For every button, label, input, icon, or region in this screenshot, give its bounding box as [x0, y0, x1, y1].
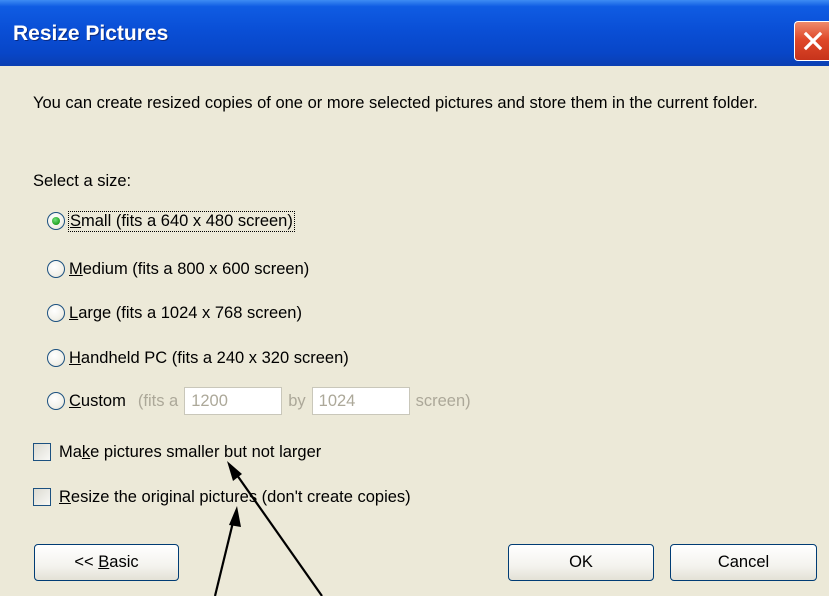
label-text: edium (fits a 800 x 600 screen) [82, 259, 310, 278]
radio-medium-button[interactable] [47, 260, 65, 278]
basic-label-post: asic [109, 553, 139, 571]
accel-key: M [69, 259, 83, 278]
custom-suffix: screen) [415, 391, 471, 410]
label-text: andheld PC (fits a 240 x 320 screen) [80, 348, 349, 367]
label-post: e pictures smaller but not larger [90, 442, 322, 461]
label-post: esize the original pictures (don't creat… [70, 487, 411, 506]
radio-custom-button[interactable] [47, 392, 65, 410]
checkbox-resize-original-box[interactable] [33, 488, 51, 506]
accel-key: L [69, 303, 79, 322]
label-pre: Ma [59, 442, 82, 461]
radio-large-label: Large (fits a 1024 x 768 screen) [69, 304, 302, 323]
ok-button[interactable]: OK [508, 544, 654, 581]
accel-key: C [69, 391, 81, 410]
custom-fits-prefix: (fits a [137, 391, 179, 410]
custom-height-input[interactable]: 1024 [311, 387, 410, 415]
cancel-button[interactable]: Cancel [670, 544, 817, 581]
label-text: ustom [80, 391, 126, 410]
accel-key: k [81, 442, 91, 461]
basic-label-pre: << [74, 553, 99, 571]
radio-handheld[interactable]: Handheld PC (fits a 240 x 320 screen) [47, 345, 349, 371]
checkbox-smaller-label: Make pictures smaller but not larger [59, 443, 321, 462]
cancel-label: Cancel [717, 553, 770, 571]
accel-key: R [59, 487, 71, 506]
resize-pictures-dialog: Resize Pictures You can create resized c… [0, 0, 829, 596]
radio-custom-label: Custom [69, 392, 126, 411]
custom-width-input[interactable]: 1200 [184, 387, 283, 415]
label-text: arge (fits a 1024 x 768 screen) [78, 303, 302, 322]
radio-custom[interactable]: Custom (fits a 1200 by 1024 screen) [47, 387, 471, 415]
radio-small-button[interactable] [47, 212, 65, 230]
radio-handheld-label: Handheld PC (fits a 240 x 320 screen) [69, 349, 349, 368]
title-bar[interactable]: Resize Pictures [0, 0, 829, 66]
accel-key: H [69, 348, 81, 367]
radio-large[interactable]: Large (fits a 1024 x 768 screen) [47, 300, 302, 326]
basic-button[interactable]: << Basic [34, 544, 179, 581]
radio-large-button[interactable] [47, 304, 65, 322]
description-text: You can create resized copies of one or … [33, 94, 758, 112]
select-size-label: Select a size: [33, 172, 132, 190]
checkbox-resize-original-label: Resize the original pictures (don't crea… [59, 488, 411, 507]
close-icon [803, 31, 823, 51]
radio-small-label: Small (fits a 640 x 480 screen) [68, 210, 295, 232]
checkbox-resize-original[interactable]: Resize the original pictures (don't crea… [33, 485, 411, 509]
accel-key: B [98, 553, 110, 571]
checkbox-smaller-not-larger[interactable]: Make pictures smaller but not larger [33, 440, 321, 464]
checkbox-smaller-box[interactable] [33, 443, 51, 461]
dialog-title: Resize Pictures [13, 22, 169, 45]
accel-key: S [70, 211, 82, 230]
radio-handheld-button[interactable] [47, 349, 65, 367]
radio-medium-label: Medium (fits a 800 x 600 screen) [69, 260, 309, 279]
radio-small[interactable]: Small (fits a 640 x 480 screen) [47, 208, 295, 234]
radio-medium[interactable]: Medium (fits a 800 x 600 screen) [47, 256, 309, 282]
ok-label: OK [569, 553, 593, 571]
close-button[interactable] [794, 21, 829, 61]
custom-by-label: by [288, 391, 306, 410]
label-text: mall (fits a 640 x 480 screen) [81, 211, 293, 230]
